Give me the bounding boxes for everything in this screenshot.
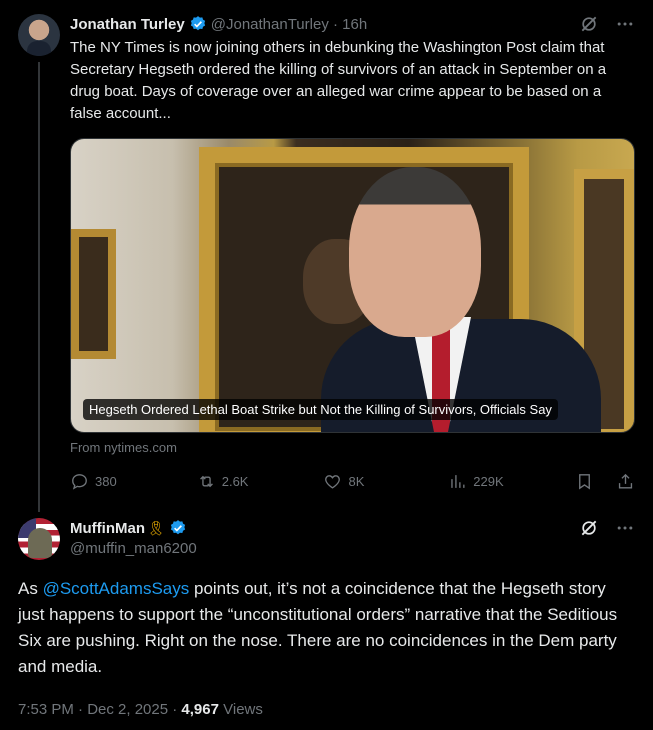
action-bar-right — [575, 472, 635, 491]
author-handle-time[interactable]: @JonathanTurley · 16h — [211, 16, 367, 33]
verified-badge-icon — [170, 520, 185, 535]
repost-count: 2.6K — [221, 473, 249, 489]
reply-button[interactable]: 380 — [70, 472, 197, 491]
reply-author-name[interactable]: MuffinMan — [70, 520, 145, 537]
reply-meta: 7:53 PM · Dec 2, 2025 · 4,967 Views — [18, 701, 263, 718]
link-card[interactable]: Hegseth Ordered Lethal Boat Strike but N… — [70, 138, 635, 433]
action-bar: 380 2.6K 8K 229K — [70, 470, 635, 492]
reply-views-count: 4,967 — [181, 701, 219, 718]
views-icon — [451, 474, 465, 488]
reply-top-icons — [579, 518, 635, 538]
like-button[interactable]: 8K — [323, 472, 448, 491]
ribbon-icon: 🎗 — [146, 519, 165, 536]
views-count: 229K — [473, 473, 504, 489]
like-icon — [325, 474, 341, 489]
avatar[interactable] — [18, 14, 60, 56]
share-icon — [618, 473, 633, 489]
reply-count: 380 — [95, 473, 117, 489]
reply-author-handle[interactable]: @muffin_man6200 — [70, 540, 197, 557]
bookmark-icon — [579, 473, 590, 490]
reply-header: MuffinMan 🎗 — [70, 518, 187, 538]
tweet-header: Jonathan Turley @JonathanTurley · 16h — [70, 14, 367, 34]
bookmark-button[interactable] — [575, 472, 594, 491]
card-image-frame-left — [71, 229, 116, 359]
card-caption: Hegseth Ordered Lethal Boat Strike but N… — [83, 399, 558, 420]
verified-badge-icon — [190, 16, 205, 31]
reply-avatar[interactable] — [18, 518, 60, 560]
card-image-person-head — [349, 167, 481, 337]
like-count: 8K — [348, 473, 365, 489]
views-button[interactable]: 229K — [448, 472, 575, 491]
author-name[interactable]: Jonathan Turley — [70, 16, 185, 33]
grok-icon[interactable] — [579, 14, 599, 34]
repost-button[interactable]: 2.6K — [197, 472, 324, 491]
tweet-text: The NY Times is now joining others in de… — [70, 39, 607, 122]
reply-views-label: Views — [218, 701, 263, 718]
more-icon[interactable] — [615, 518, 635, 538]
reply-icon — [72, 473, 87, 490]
more-icon[interactable] — [615, 14, 635, 34]
reply-text: As @ScottAdamsSays points out, it’s not … — [18, 576, 636, 680]
grok-icon[interactable] — [579, 518, 599, 538]
mention-link[interactable]: @ScottAdamsSays — [43, 579, 190, 598]
share-button[interactable] — [616, 472, 635, 491]
tweet-top-icons — [579, 14, 635, 34]
thread-line — [38, 62, 40, 512]
card-source[interactable]: From nytimes.com — [70, 440, 177, 455]
repost-icon — [199, 475, 213, 487]
reply-text-prefix: As — [18, 579, 43, 598]
reply-timestamp[interactable]: 7:53 PM · Dec 2, 2025 · — [18, 701, 181, 718]
